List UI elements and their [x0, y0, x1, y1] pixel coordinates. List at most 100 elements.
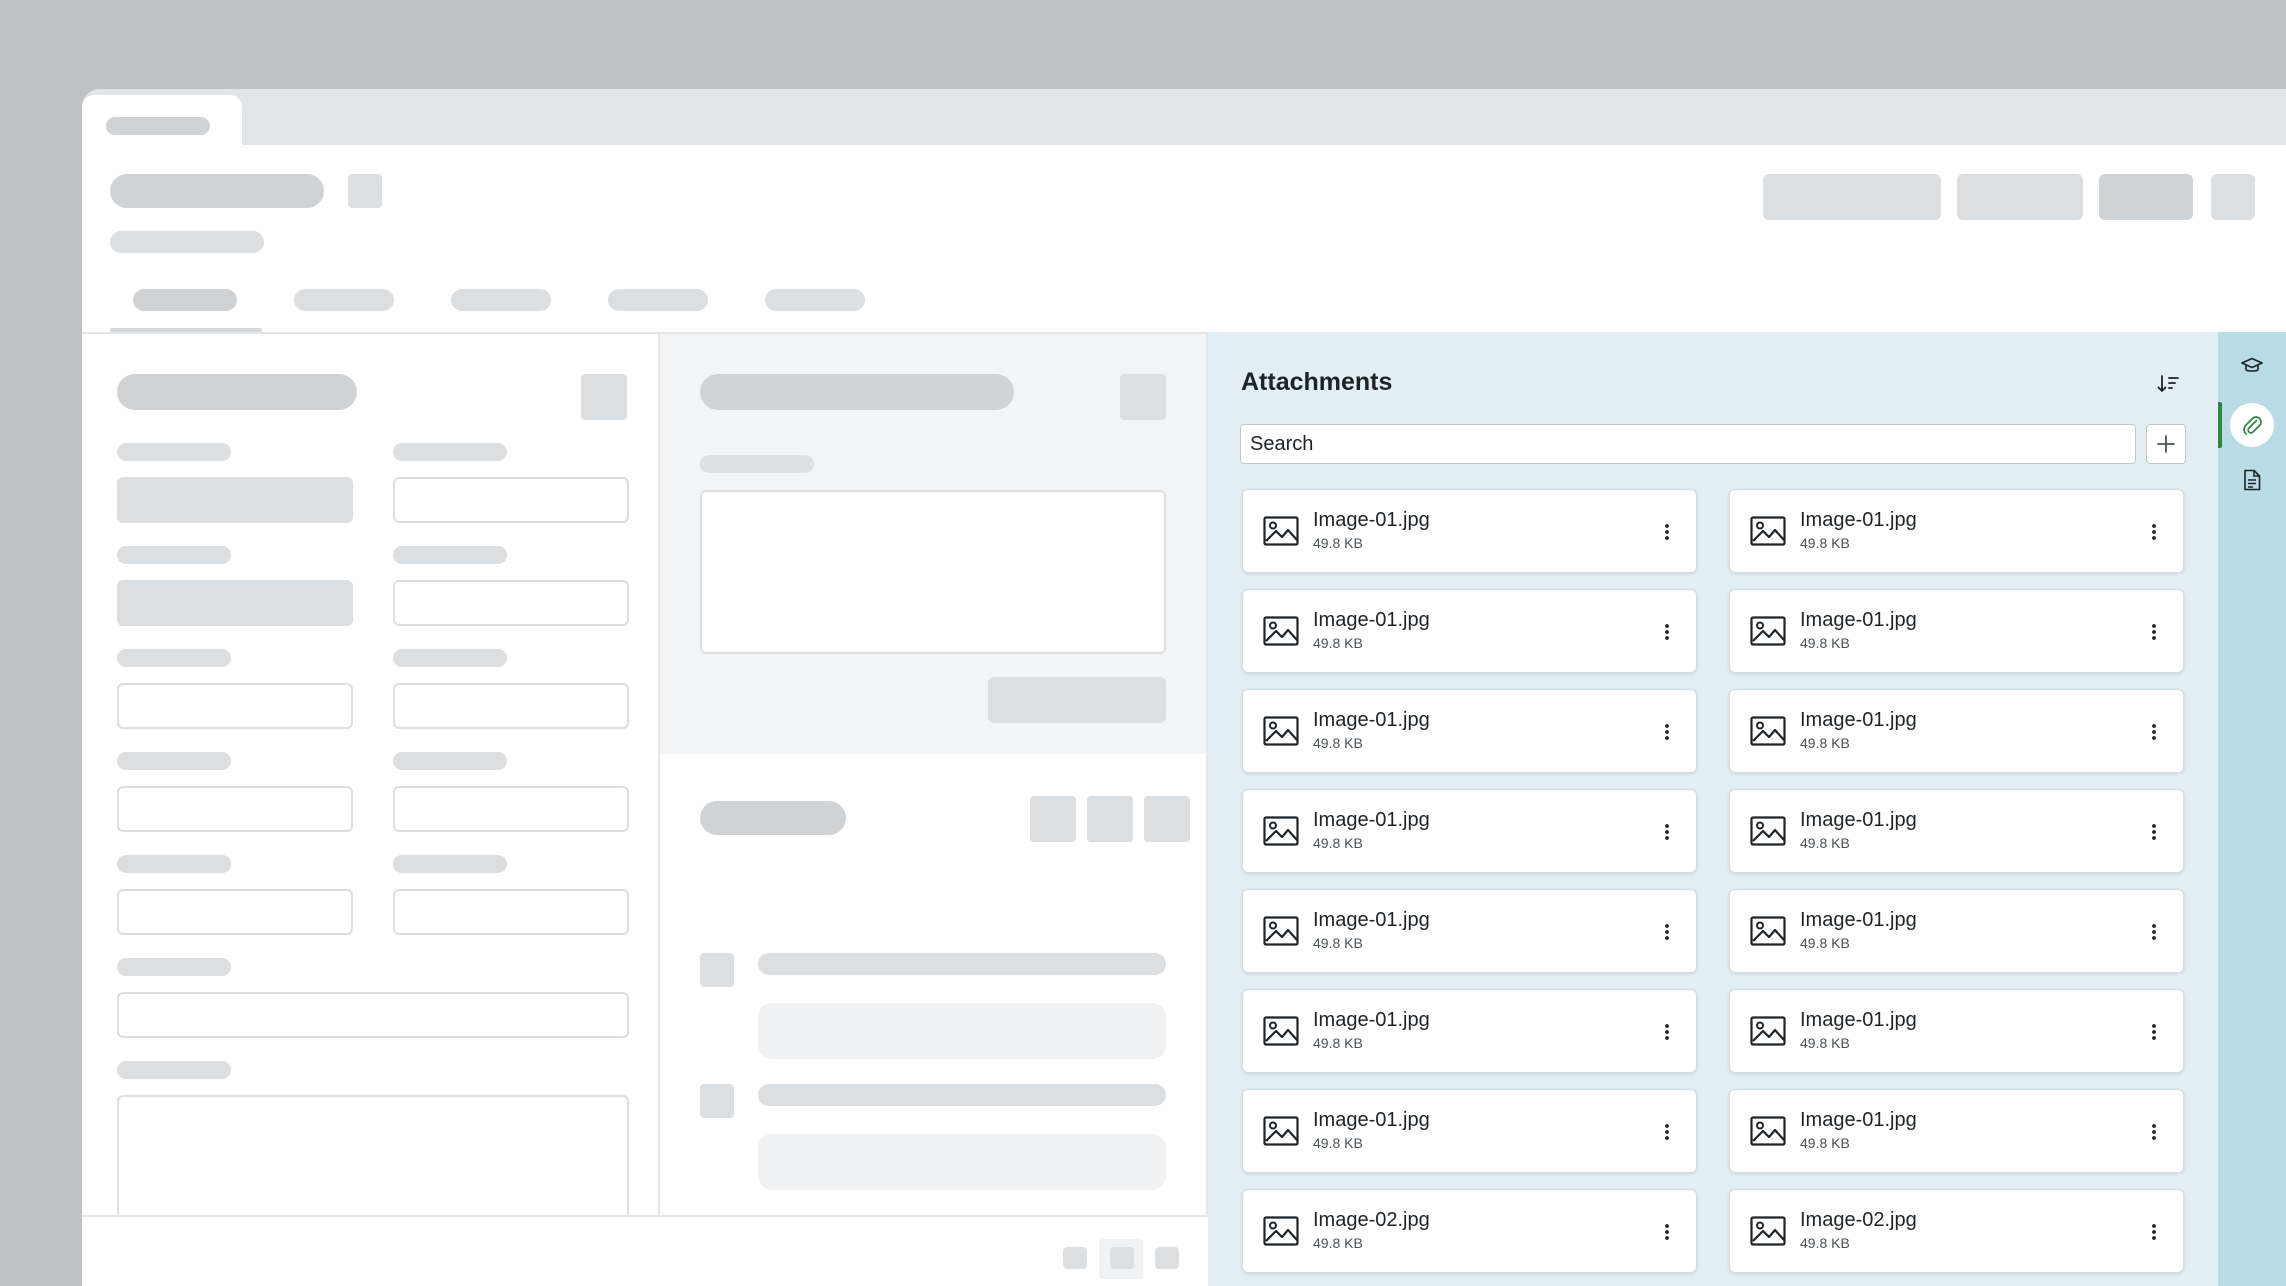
attachment-menu-button[interactable]: [2142, 816, 2166, 848]
attachment-menu-button[interactable]: [1655, 1016, 1679, 1048]
details-action-placeholder[interactable]: [1120, 374, 1166, 420]
attachment-file-name: Image-02.jpg: [1800, 1209, 1917, 1231]
page-tab-placeholder-1[interactable]: [133, 289, 237, 311]
attachment-card[interactable]: Image-01.jpg 49.8 KB: [1242, 789, 1697, 873]
more-vertical-icon: [2152, 1124, 2156, 1140]
form-column: [82, 334, 660, 1286]
attachment-card[interactable]: Image-02.jpg 49.8 KB: [1729, 1189, 2184, 1273]
field-label-placeholder: [117, 855, 231, 873]
field-input-placeholder[interactable]: [117, 786, 353, 832]
attachments-title: Attachments: [1241, 368, 1393, 396]
header-button-placeholder-2[interactable]: [1957, 174, 2083, 220]
field-label-placeholder: [117, 1061, 231, 1079]
attachment-menu-button[interactable]: [1655, 516, 1679, 548]
rail-active-indicator: [2218, 402, 2222, 448]
attachment-menu-button[interactable]: [2142, 616, 2166, 648]
activity-action-placeholder-4[interactable]: [1030, 796, 1076, 842]
field-input-placeholder[interactable]: [117, 889, 353, 935]
footer-bar: [82, 1215, 1208, 1286]
attachment-file-size: 49.8 KB: [1800, 535, 1850, 551]
attachment-menu-button[interactable]: [1655, 616, 1679, 648]
details-button-placeholder[interactable]: [988, 677, 1166, 723]
attachment-menu-button[interactable]: [2142, 916, 2166, 948]
attachment-card[interactable]: Image-01.jpg 49.8 KB: [1729, 1089, 2184, 1173]
more-vertical-icon: [2152, 624, 2156, 640]
field-label-placeholder: [393, 855, 507, 873]
pager-placeholder-2[interactable]: [1110, 1247, 1134, 1269]
field-input-placeholder[interactable]: [117, 683, 353, 729]
rail-button-attachments[interactable]: [2230, 403, 2274, 447]
attachment-card[interactable]: Image-01.jpg 49.8 KB: [1729, 589, 2184, 673]
attachment-file-name: Image-01.jpg: [1313, 709, 1430, 731]
attachment-card[interactable]: Image-01.jpg 49.8 KB: [1729, 789, 2184, 873]
pager-placeholder-1[interactable]: [1063, 1247, 1087, 1269]
more-vertical-icon: [2152, 924, 2156, 940]
attachment-menu-button[interactable]: [1655, 1216, 1679, 1248]
image-file-icon: [1263, 716, 1299, 746]
activity-action-placeholder-2[interactable]: [1087, 796, 1133, 842]
rail-button-documents[interactable]: [2230, 458, 2274, 502]
attachment-menu-button[interactable]: [2142, 716, 2166, 748]
attachment-menu-button[interactable]: [1655, 816, 1679, 848]
attachment-file-size: 49.8 KB: [1313, 1135, 1363, 1151]
form-action-placeholder[interactable]: [581, 374, 627, 420]
field-readonly-placeholder: [117, 477, 353, 523]
attachment-menu-button[interactable]: [2142, 1116, 2166, 1148]
attachment-card[interactable]: Image-01.jpg 49.8 KB: [1729, 489, 2184, 573]
attachment-file-name: Image-01.jpg: [1313, 609, 1430, 631]
add-attachment-button[interactable]: [2146, 424, 2186, 464]
attachment-card[interactable]: Image-01.jpg 49.8 KB: [1242, 1089, 1697, 1173]
attachments-panel: Attachments Image-01.jpg49.8 KBImage-01.…: [1208, 332, 2218, 1286]
header-button-placeholder-more[interactable]: [2211, 174, 2255, 220]
details-textarea-placeholder[interactable]: [700, 490, 1166, 654]
image-file-icon: [1750, 1116, 1786, 1146]
sort-button[interactable]: [2152, 368, 2184, 400]
attachment-card[interactable]: Image-01.jpg 49.8 KB: [1242, 589, 1697, 673]
attachment-card[interactable]: Image-01.jpg 49.8 KB: [1729, 689, 2184, 773]
attachment-menu-button[interactable]: [1655, 1116, 1679, 1148]
page-tab-placeholder-5[interactable]: [765, 289, 865, 311]
attachment-menu-button[interactable]: [1655, 716, 1679, 748]
field-input-placeholder[interactable]: [393, 786, 629, 832]
attachment-menu-button[interactable]: [2142, 1216, 2166, 1248]
attachments-search-input[interactable]: [1240, 424, 2136, 464]
attachments-grid: Image-01.jpg 49.8 KB Image-01.jpg 49.8 KB Im…: [1242, 489, 2186, 1273]
field-label-placeholder: [393, 546, 507, 564]
page-tab-placeholder-4[interactable]: [608, 289, 708, 311]
attachment-file-name: Image-01.jpg: [1313, 1009, 1430, 1031]
attachment-file-size: 49.8 KB: [1800, 935, 1850, 951]
attachment-card[interactable]: Image-01.jpg 49.8 KB: [1729, 889, 2184, 973]
form-heading-placeholder: [117, 374, 357, 410]
field-label-placeholder: [117, 649, 231, 667]
activity-action-placeholder-3[interactable]: [1144, 796, 1190, 842]
field-input-placeholder[interactable]: [393, 477, 629, 523]
field-input-placeholder[interactable]: [393, 580, 629, 626]
attachment-card[interactable]: Image-01.jpg 49.8 KB: [1242, 989, 1697, 1073]
header-button-placeholder-1[interactable]: [1763, 174, 1941, 220]
browser-tab-active[interactable]: [82, 95, 242, 147]
more-vertical-icon: [2152, 1024, 2156, 1040]
attachment-card[interactable]: Image-01.jpg 49.8 KB: [1729, 989, 2184, 1073]
field-input-wide-placeholder[interactable]: [117, 992, 629, 1038]
page-tab-placeholder-3[interactable]: [451, 289, 551, 311]
page-tab-placeholder-2[interactable]: [294, 289, 394, 311]
utility-rail: [2218, 332, 2286, 1286]
subtitle-placeholder: [110, 231, 264, 253]
attachment-menu-button[interactable]: [2142, 1016, 2166, 1048]
rail-button-learning[interactable]: [2230, 344, 2274, 388]
activity-line-placeholder: [758, 1084, 1166, 1106]
attachment-menu-button[interactable]: [1655, 916, 1679, 948]
attachment-menu-button[interactable]: [2142, 516, 2166, 548]
attachment-file-size: 49.8 KB: [1800, 1035, 1850, 1051]
field-input-placeholder[interactable]: [393, 889, 629, 935]
attachment-card[interactable]: Image-01.jpg 49.8 KB: [1242, 689, 1697, 773]
image-file-icon: [1750, 716, 1786, 746]
field-input-placeholder[interactable]: [393, 683, 629, 729]
title-action-placeholder[interactable]: [348, 174, 382, 208]
header-button-placeholder-primary[interactable]: [2099, 174, 2193, 220]
attachment-card[interactable]: Image-01.jpg 49.8 KB: [1242, 489, 1697, 573]
attachment-card[interactable]: Image-02.jpg 49.8 KB: [1242, 1189, 1697, 1273]
more-vertical-icon: [1665, 1124, 1669, 1140]
attachment-card[interactable]: Image-01.jpg 49.8 KB: [1242, 889, 1697, 973]
pager-placeholder-3[interactable]: [1155, 1247, 1179, 1269]
